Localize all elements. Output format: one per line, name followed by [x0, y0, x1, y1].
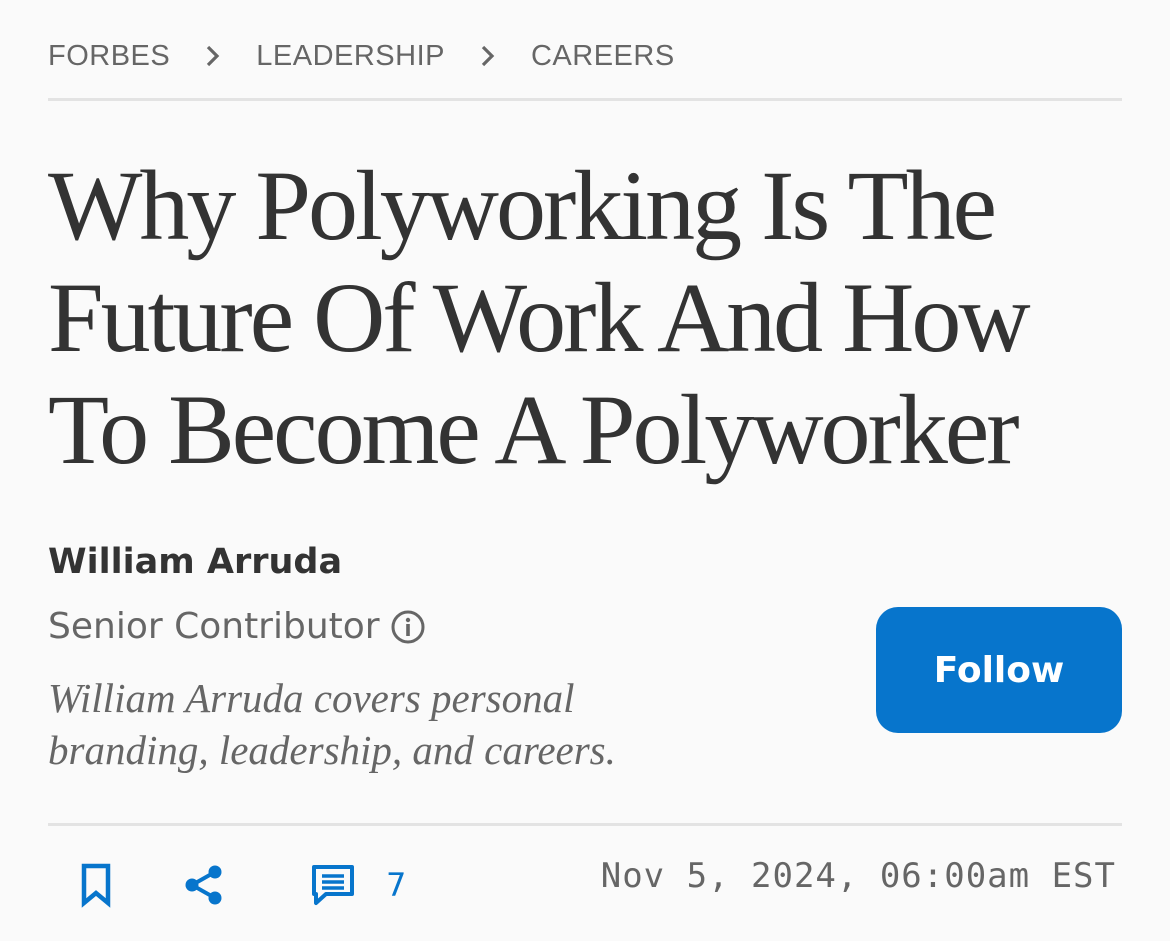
bookmark-button[interactable]	[76, 858, 116, 912]
breadcrumb-leadership[interactable]: LEADERSHIP	[256, 40, 445, 73]
breadcrumb-careers[interactable]: CAREERS	[531, 40, 675, 73]
breadcrumb-forbes[interactable]: FORBES	[48, 40, 170, 73]
title-line: To Become A Polyworker	[48, 374, 1020, 485]
comments-button[interactable]: 7	[310, 858, 406, 912]
article-title: Why Polyworking Is The Future Of Work An…	[48, 150, 1122, 486]
comment-count: 7	[386, 866, 407, 904]
author-name[interactable]: William Arruda	[48, 542, 342, 582]
info-icon[interactable]	[390, 609, 426, 645]
title-line: Future Of Work And How	[48, 262, 1031, 373]
author-role: Senior Contributor	[48, 606, 426, 647]
share-button[interactable]	[182, 858, 226, 912]
divider	[48, 823, 1122, 826]
author-bio: William Arruda covers personal branding,…	[48, 672, 748, 776]
follow-button[interactable]: Follow	[876, 607, 1122, 733]
chevron-right-icon	[445, 45, 531, 67]
breadcrumb: FORBES LEADERSHIP CAREERS	[48, 34, 675, 78]
author-bio-line: William Arruda covers personal	[48, 675, 575, 721]
author-role-label: Senior Contributor	[48, 606, 380, 647]
author-bio-line: branding, leadership, and careers.	[48, 727, 616, 773]
article-header: FORBES LEADERSHIP CAREERS Why Polyworkin…	[48, 0, 1122, 941]
share-icon	[185, 865, 222, 905]
title-line: Why Polyworking Is The	[48, 150, 997, 261]
chevron-right-icon	[170, 45, 256, 67]
divider	[48, 98, 1122, 101]
comment-icon	[312, 865, 354, 905]
bookmark-icon	[81, 863, 111, 908]
publish-date: Nov 5, 2024, 06:00am EST	[600, 856, 1116, 896]
